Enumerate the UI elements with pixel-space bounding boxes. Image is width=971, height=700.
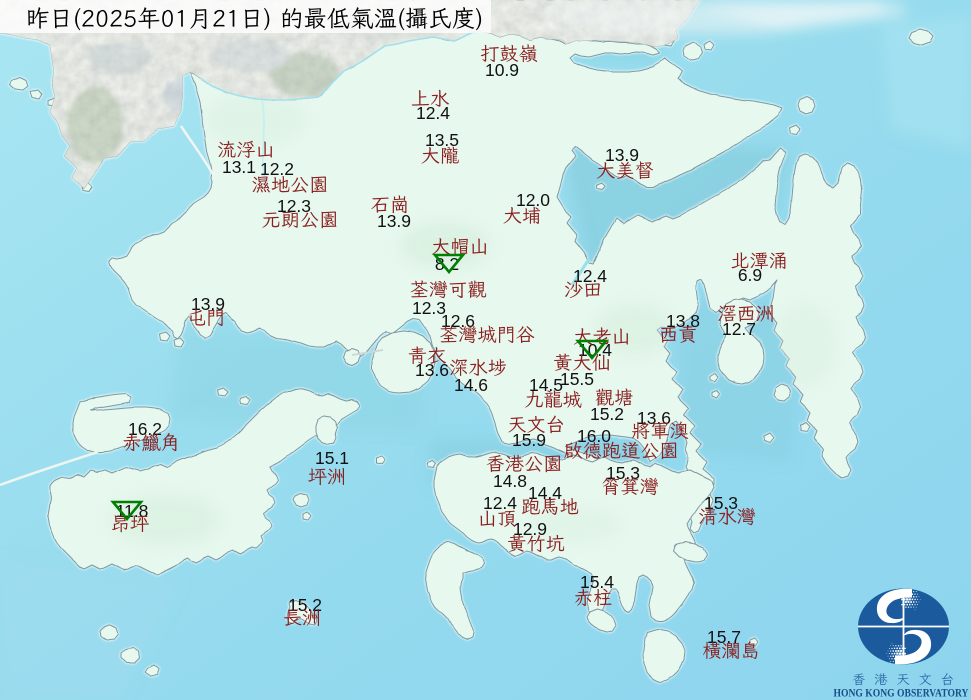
svg-text:13.1: 13.1 (222, 157, 256, 177)
svg-text:12.0: 12.0 (516, 190, 550, 210)
svg-text:15.1: 15.1 (315, 448, 349, 468)
svg-text:15.5: 15.5 (560, 369, 594, 389)
svg-text:12.7: 12.7 (722, 319, 756, 339)
svg-text:15.9: 15.9 (512, 430, 546, 450)
svg-text:12.4: 12.4 (573, 266, 607, 286)
svg-text:10.9: 10.9 (485, 60, 519, 80)
svg-text:14.6: 14.6 (454, 375, 488, 395)
svg-text:14.5: 14.5 (529, 375, 563, 395)
svg-text:13.9: 13.9 (377, 211, 411, 231)
svg-text:12.4: 12.4 (483, 493, 517, 513)
svg-text:15.4: 15.4 (580, 572, 614, 592)
svg-text:15.2: 15.2 (590, 404, 624, 424)
svg-text:12.2: 12.2 (260, 159, 294, 179)
svg-text:12.9: 12.9 (513, 519, 547, 539)
svg-text:6.9: 6.9 (738, 265, 762, 285)
svg-text:13.9: 13.9 (605, 145, 639, 165)
svg-text:14.8: 14.8 (493, 471, 527, 491)
svg-text:12.4: 12.4 (416, 103, 450, 123)
svg-text:HONG KONG OBSERVATORY: HONG KONG OBSERVATORY (834, 688, 970, 700)
